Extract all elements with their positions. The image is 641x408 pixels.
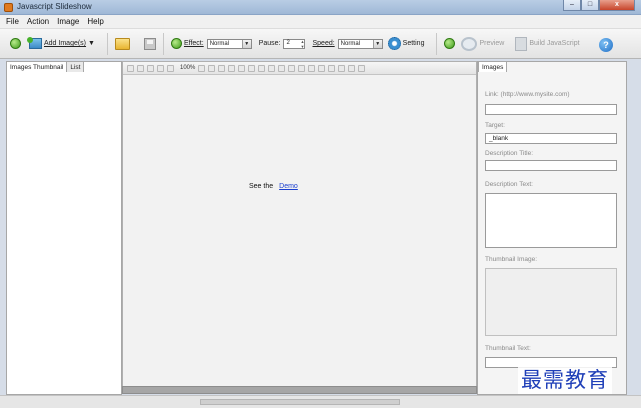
text-icon[interactable] xyxy=(338,64,346,72)
speed-select[interactable]: Normal ▼ xyxy=(337,38,383,49)
horizontal-scrollbar[interactable] xyxy=(122,386,477,394)
open-folder-icon[interactable] xyxy=(114,37,130,50)
status-bar xyxy=(0,395,641,408)
mirror-icon[interactable] xyxy=(248,64,256,72)
watermark-text: 最需教育 xyxy=(518,364,612,394)
color-icon[interactable] xyxy=(328,64,336,72)
setting-button[interactable]: Setting xyxy=(387,37,425,50)
toolbar-separator xyxy=(436,32,438,55)
redo-icon[interactable] xyxy=(137,64,144,72)
minimize-button[interactable]: – xyxy=(563,0,581,11)
url-label: Link: (http://www.mysite.com) xyxy=(485,91,570,98)
stepper-arrows-icon[interactable]: ▲ ▼ xyxy=(299,39,305,49)
build-label: Build JavaScript xyxy=(529,40,580,47)
sharpen-icon[interactable] xyxy=(308,64,316,72)
pause-label: Pause: xyxy=(258,40,281,47)
tab-images-thumbnail[interactable]: Images Thumbnail xyxy=(6,61,68,72)
actual-size-icon[interactable] xyxy=(157,64,164,72)
app-icon xyxy=(4,3,13,12)
thumbnail-panel xyxy=(6,61,122,395)
zoom-level[interactable]: 100% xyxy=(180,65,195,71)
speed-control: Speed: Normal ▼ xyxy=(310,38,383,49)
add-images-button[interactable]: Add Image(s) ▼ xyxy=(27,37,95,49)
target-label: Target: xyxy=(485,122,505,129)
resize-icon[interactable] xyxy=(278,64,286,72)
effect-value: Normal xyxy=(209,40,230,47)
pause-stepper[interactable]: 2 ▲ ▼ xyxy=(283,38,306,49)
magnifier-icon xyxy=(461,36,478,51)
left-tabs: Images Thumbnail List xyxy=(6,61,85,72)
refresh-icon[interactable] xyxy=(258,64,266,72)
url-field[interactable] xyxy=(485,104,617,115)
zoom-out-icon[interactable] xyxy=(167,64,174,72)
demo-message: See the Demo xyxy=(249,183,298,190)
flip-icon[interactable] xyxy=(238,64,246,72)
main-toolbar: Add Image(s) ▼ Effect: Normal ▼ Pause: 2… xyxy=(0,29,641,59)
description-text-label: Description Text: xyxy=(485,181,533,188)
dropdown-arrow-icon[interactable]: ▼ xyxy=(88,40,95,47)
contrast-icon[interactable] xyxy=(298,64,306,72)
close-button[interactable]: x xyxy=(599,0,635,11)
menu-help[interactable]: Help xyxy=(87,17,103,26)
chevron-down-icon[interactable]: ▼ xyxy=(241,39,251,48)
preview-label: Preview xyxy=(479,40,505,47)
brightness-icon[interactable] xyxy=(288,64,296,72)
title-bar: Javascript Slideshow – □ x xyxy=(0,0,641,15)
rotate-left-icon[interactable] xyxy=(218,64,226,72)
pause-value: 2 xyxy=(286,39,290,46)
toolbar-separator xyxy=(162,32,164,55)
more-icon[interactable] xyxy=(358,64,366,72)
menu-image[interactable]: Image xyxy=(57,17,79,26)
save-icon[interactable] xyxy=(143,37,156,50)
gear-icon xyxy=(387,37,401,50)
thumbnail-image-label: Thumbnail Image: xyxy=(485,256,538,263)
description-title-field[interactable] xyxy=(485,160,617,171)
preview-button[interactable]: Preview xyxy=(461,36,505,51)
see-text: See the xyxy=(249,183,274,190)
crop-icon[interactable] xyxy=(268,64,276,72)
blur-icon[interactable] xyxy=(318,64,326,72)
window-controls: – □ x xyxy=(563,0,635,11)
add-images-label: Add Image(s) xyxy=(44,40,87,47)
help-icon[interactable]: ? xyxy=(599,38,613,52)
effect-label: Effect: xyxy=(183,40,204,47)
effect-icon xyxy=(170,38,182,49)
build-icon xyxy=(515,36,528,51)
status-scrollbar[interactable] xyxy=(200,399,400,405)
info-icon[interactable] xyxy=(10,38,21,49)
effect-control: Effect: Normal ▼ xyxy=(170,38,252,49)
setting-label: Setting xyxy=(402,40,425,47)
thumbnail-text-label: Thumbnail Text: xyxy=(485,345,531,352)
fit-icon[interactable] xyxy=(147,64,154,72)
pause-control: Pause: 2 ▲ ▼ xyxy=(257,38,306,49)
target-field[interactable]: _blank xyxy=(485,133,617,144)
maximize-button[interactable]: □ xyxy=(581,0,599,11)
menu-action[interactable]: Action xyxy=(27,17,49,26)
build-javascript-button[interactable]: Build JavaScript xyxy=(515,36,580,51)
thumbnail-image-box[interactable] xyxy=(485,268,617,336)
speed-value: Normal xyxy=(340,40,361,47)
info-icon[interactable] xyxy=(444,38,456,49)
preview-area: 100% See the Demo xyxy=(122,61,477,387)
tab-list[interactable]: List xyxy=(66,61,85,72)
menu-bar: File Action Image Help xyxy=(0,15,641,29)
add-image-icon xyxy=(27,37,42,49)
description-title-label: Description Title: xyxy=(485,150,534,157)
editor-toolbar: 100% xyxy=(123,62,476,75)
toolbar-separator xyxy=(106,32,108,55)
chevron-down-icon[interactable]: ▼ xyxy=(372,39,382,48)
demo-link[interactable]: Demo xyxy=(279,183,298,190)
export-icon[interactable] xyxy=(348,64,356,72)
zoom-in-icon[interactable] xyxy=(208,64,216,72)
speed-label: Speed: xyxy=(312,40,335,47)
undo-icon[interactable] xyxy=(127,64,134,72)
rotate-right-icon[interactable] xyxy=(228,64,236,72)
description-text-area[interactable] xyxy=(485,193,617,248)
effect-select[interactable]: Normal ▼ xyxy=(206,38,252,49)
zoom-dropdown-icon[interactable] xyxy=(198,64,206,72)
menu-file[interactable]: File xyxy=(6,17,19,26)
tab-images[interactable]: Images xyxy=(478,61,508,72)
window-title: Javascript Slideshow xyxy=(17,2,92,11)
